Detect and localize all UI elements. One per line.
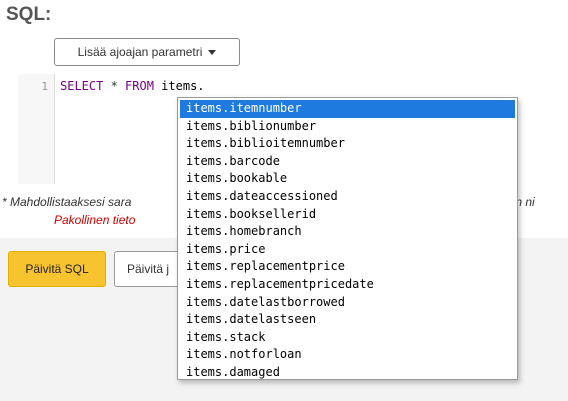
autocomplete-item[interactable]: items.price [178,241,517,259]
update-sql-button[interactable]: Päivitä SQL [8,251,106,287]
autocomplete-item[interactable]: items.bookable [178,170,517,188]
autocomplete-item[interactable]: items.dateaccessioned [178,188,517,206]
sql-keyword: SELECT [60,79,104,93]
code-line[interactable]: SELECT * FROM items. [60,79,205,93]
autocomplete-item[interactable]: items.datelastborrowed [178,294,517,312]
autocomplete-item[interactable]: items.datelastseen [178,311,517,329]
add-runtime-parameter-button[interactable]: Lisää ajoajan parametri [54,38,240,66]
caret-down-icon [208,49,217,55]
autocomplete-item[interactable]: items.biblionumber [178,118,517,136]
autocomplete-dropdown[interactable]: items.itemnumber items.biblionumber items.… [177,97,518,380]
autocomplete-item[interactable]: items.replacementpricedate [178,276,517,294]
sql-operator: * [103,79,126,93]
autocomplete-item[interactable]: items.notforloan [178,346,517,364]
autocomplete-item[interactable]: items.replacementprice [178,258,517,276]
add-runtime-parameter-label: Lisää ajoajan parametri [77,45,203,59]
autocomplete-item[interactable]: items.damaged [178,364,517,379]
sql-keyword: FROM [125,79,154,93]
sql-identifier: items. [153,79,205,93]
autocomplete-item[interactable]: items.booksellerid [178,206,517,224]
autocomplete-item[interactable]: items.stack [178,329,517,347]
autocomplete-item[interactable]: items.barcode [178,153,517,171]
line-number: 1 [41,80,48,93]
autocomplete-item[interactable]: items.biblioitemnumber [178,135,517,153]
autocomplete-item[interactable]: items.itemnumber [180,100,515,118]
required-field-note: Pakollinen tieto [54,213,136,227]
section-title: SQL: [6,4,52,25]
autocomplete-item[interactable]: items.homebranch [178,223,517,241]
editor-gutter: 1 [18,74,55,184]
